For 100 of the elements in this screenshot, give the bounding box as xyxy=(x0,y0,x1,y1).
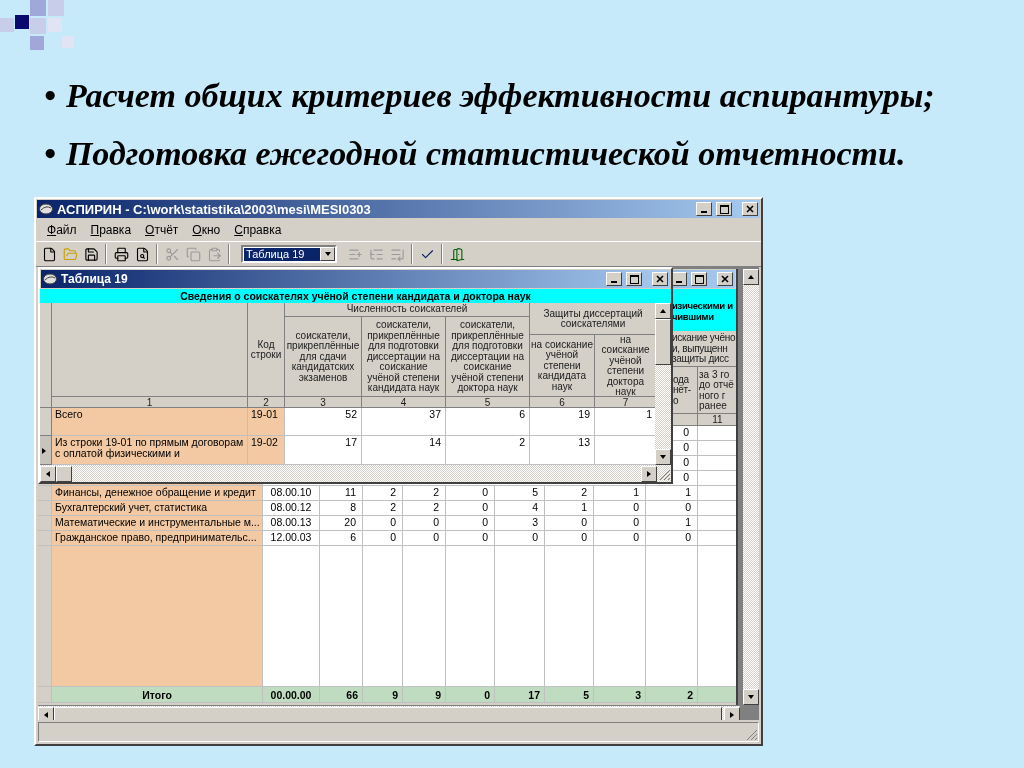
table-cell xyxy=(698,456,736,471)
scroll-down-button[interactable] xyxy=(743,689,759,705)
down-arrow-icon xyxy=(659,453,667,461)
total-cell: Итого xyxy=(52,687,263,703)
total-cell xyxy=(698,687,736,703)
table-cell: 1 xyxy=(646,486,698,501)
app-icon xyxy=(43,273,57,285)
menu-item[interactable]: Правка xyxy=(83,223,139,237)
dropdown-button[interactable] xyxy=(320,247,335,261)
table-cell: 08.00.12 xyxy=(263,501,320,516)
table-cell: 17 xyxy=(285,436,362,465)
table-cell xyxy=(698,501,736,516)
table-cell: 12.00.03 xyxy=(263,531,320,546)
total-cell: 9 xyxy=(403,687,446,703)
window-title: АСПИРИН - C:\work\statistika\2003\mesi\MESI0303 xyxy=(57,201,372,217)
table-cell: 0 xyxy=(446,516,495,531)
menu-item[interactable]: Справка xyxy=(227,223,289,237)
row-header[interactable] xyxy=(40,436,52,465)
table-cell: 0 xyxy=(545,531,594,546)
column-number: 7 xyxy=(595,397,655,408)
table-cell: 1 xyxy=(595,408,655,436)
table-cell xyxy=(698,441,736,456)
column-header: Код строки xyxy=(248,303,285,397)
size-grip-icon[interactable] xyxy=(744,727,758,741)
close-button[interactable] xyxy=(717,272,733,286)
menu-item[interactable]: Файл xyxy=(40,223,84,237)
scroll-right-button[interactable] xyxy=(724,706,740,720)
document-magnifier-icon[interactable] xyxy=(134,246,150,262)
scroll-left-button[interactable] xyxy=(38,706,54,720)
bullet-text: Расчет общих критериев эффективности аспирантуры; xyxy=(65,76,935,116)
table-cell: 6 xyxy=(320,531,363,546)
right-arrow-icon xyxy=(645,469,653,478)
table-cell: 0 xyxy=(403,516,446,531)
caret-icon xyxy=(323,250,332,258)
table-caption: Сведения о соискателях учёной степени кандидата и доктора наук xyxy=(40,289,671,303)
column-number: 4 xyxy=(362,397,446,408)
maximize-icon xyxy=(629,274,639,284)
total-cell: 0 xyxy=(446,687,495,703)
table-cell: Всего xyxy=(52,408,248,436)
table-cell: 20 xyxy=(320,516,363,531)
table-cell: 19-02 xyxy=(248,436,285,465)
table-cell xyxy=(698,471,736,486)
left-arrow-icon xyxy=(42,710,50,719)
scroll-left-button[interactable] xyxy=(40,465,56,482)
up-arrow-icon xyxy=(659,307,667,315)
horizontal-scrollbar[interactable] xyxy=(40,465,671,482)
table-cell: 2 xyxy=(363,486,403,501)
row-header xyxy=(38,501,52,516)
table-cell xyxy=(698,426,736,441)
table-cell: 1 xyxy=(646,516,698,531)
column-header: на соискание учёной степени кандидата наук xyxy=(530,335,595,397)
table-cell: 2 xyxy=(545,486,594,501)
table-select[interactable]: Таблица 19 xyxy=(241,245,337,263)
total-cell: 2 xyxy=(646,687,698,703)
table-cell: Финансы, денежное обращение и кредит xyxy=(52,486,263,501)
table-cell xyxy=(595,436,655,465)
vertical-scrollbar[interactable] xyxy=(655,303,671,465)
maximize-button[interactable] xyxy=(626,272,642,286)
table-cell: 0 xyxy=(594,516,646,531)
table-cell: 0 xyxy=(446,531,495,546)
close-button[interactable] xyxy=(742,202,758,216)
scroll-thumb[interactable] xyxy=(56,465,72,482)
total-cell: 66 xyxy=(320,687,363,703)
scroll-down-button[interactable] xyxy=(655,449,671,465)
close-button[interactable] xyxy=(652,272,668,286)
save-icon[interactable] xyxy=(83,246,99,262)
table-cell: 2 xyxy=(403,486,446,501)
column-number: 11 xyxy=(698,414,736,426)
scroll-up-button[interactable] xyxy=(655,303,671,319)
maximize-button[interactable] xyxy=(716,202,732,216)
scroll-thumb[interactable] xyxy=(655,319,671,365)
total-cell: 17 xyxy=(495,687,545,703)
column-header: соискатели, прикреплённые для сдачи кандидатских экзаменов xyxy=(285,317,362,397)
table-cell: 0 xyxy=(545,516,594,531)
close-icon xyxy=(721,275,729,283)
document-icon[interactable] xyxy=(41,246,57,262)
row-pointer-icon xyxy=(40,446,48,455)
table-cell xyxy=(698,486,736,501)
column-number: 1 xyxy=(52,397,248,408)
table-cell: 52 xyxy=(285,408,362,436)
door-icon[interactable] xyxy=(449,246,465,262)
scroll-up-button[interactable] xyxy=(743,269,759,285)
table-cell: Гражданское право, предпринимательс... xyxy=(52,531,263,546)
column-header: соискатели, прикреплённые для подготовки диссертации на соискание учёной степени кандидата наук xyxy=(362,317,446,397)
minimize-button[interactable] xyxy=(606,272,622,286)
column-number: 6 xyxy=(530,397,595,408)
column-number: 5 xyxy=(446,397,530,408)
total-cell: 9 xyxy=(363,687,403,703)
menu-item[interactable]: Окно xyxy=(185,223,228,237)
table-cell: 4 xyxy=(495,501,545,516)
bullet-mark: • xyxy=(44,134,56,174)
total-cell: 00.00.00 xyxy=(263,687,320,703)
maximize-icon xyxy=(719,204,729,214)
menu-item[interactable]: Отчёт xyxy=(138,223,186,237)
printer-icon[interactable] xyxy=(113,246,129,262)
minimize-button[interactable] xyxy=(696,202,712,216)
vertical-scrollbar[interactable] xyxy=(743,269,759,705)
maximize-button[interactable] xyxy=(691,272,707,286)
table-cell: 2 xyxy=(446,436,530,465)
scroll-right-button[interactable] xyxy=(641,465,657,482)
